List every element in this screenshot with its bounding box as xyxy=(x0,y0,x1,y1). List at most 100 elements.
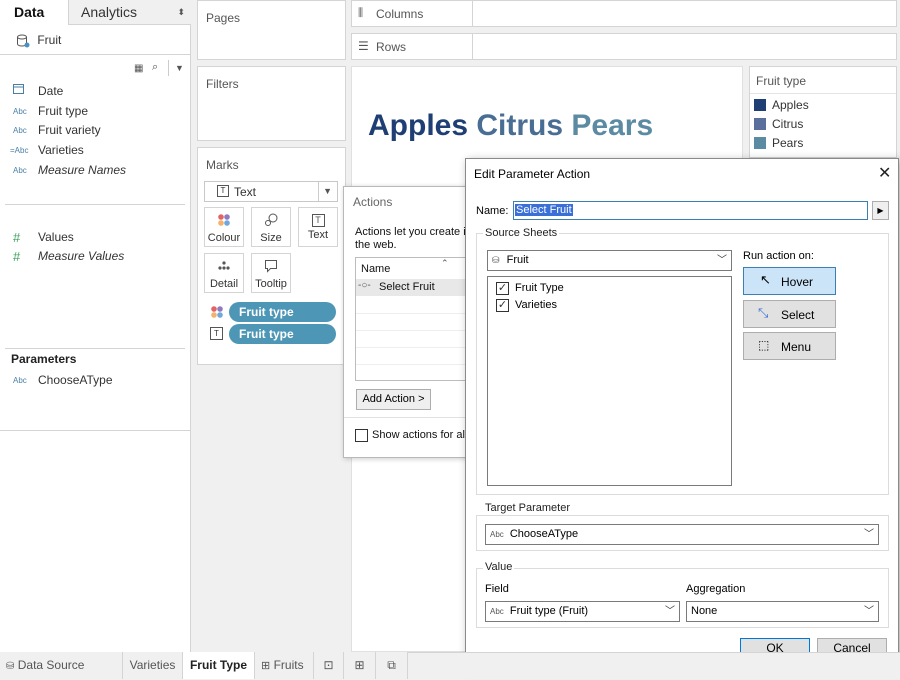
column-header-name[interactable]: Name xyxy=(361,263,390,275)
pages-label: Pages xyxy=(206,11,241,25)
datasource-name: Fruit xyxy=(37,33,62,47)
new-story-icon[interactable]: ⧉ xyxy=(376,652,408,679)
tab-fruits[interactable]: ⊞ Fruits xyxy=(255,652,314,679)
search-icon[interactable]: ⌕ xyxy=(152,61,158,74)
filters-shelf[interactable]: Filters xyxy=(197,66,346,141)
field-label: Values xyxy=(38,230,74,244)
measure-icon: # xyxy=(13,230,21,245)
mark-type-dropdown[interactable]: T Text ▼ xyxy=(204,181,338,202)
tab-data[interactable]: Data xyxy=(0,0,68,25)
menu-pointer-icon: ⬚ xyxy=(758,338,770,352)
tooltip-icon xyxy=(252,259,290,276)
divider xyxy=(0,430,190,431)
pages-shelf[interactable]: Pages xyxy=(197,0,346,60)
size-label: Size xyxy=(260,232,282,244)
table-row[interactable]: -○- Select Fruit xyxy=(356,279,476,296)
parameter-chooseatype[interactable]: Abc ChooseAType xyxy=(0,371,190,390)
divider xyxy=(472,34,473,59)
legend-label: Citrus xyxy=(772,117,804,131)
updown-icon: ⬍ xyxy=(177,7,185,17)
marks-card: Marks T Text ▼ Colour Size T Text Detail… xyxy=(197,147,346,365)
target-parameter-label: Target Parameter xyxy=(483,502,572,514)
checkbox[interactable]: ✓ xyxy=(496,299,509,312)
text-label: Text xyxy=(307,229,329,241)
legend-swatch xyxy=(754,137,766,149)
tooltip-button[interactable]: Tooltip xyxy=(251,253,291,293)
new-dashboard-icon[interactable]: ⊞ xyxy=(344,652,376,679)
divider xyxy=(472,1,473,26)
field-values[interactable]: # Values xyxy=(0,228,190,247)
abc-icon: Abc xyxy=(490,607,504,616)
text-mark-citrus[interactable]: Citrus xyxy=(476,109,563,142)
detail-label: Detail xyxy=(209,278,239,290)
close-icon[interactable]: ✕ xyxy=(878,163,891,183)
field-date[interactable]: Date xyxy=(0,82,190,101)
checkbox[interactable]: ✓ xyxy=(496,282,509,295)
datasource-item[interactable]: Fruit xyxy=(16,32,61,50)
field-label: Fruit variety xyxy=(38,123,101,137)
insert-menu-arrow-icon[interactable]: ▶ xyxy=(872,201,889,220)
text-mark-pears[interactable]: Pears xyxy=(571,109,653,142)
colour-icon xyxy=(205,213,243,230)
tab-label: Data Source xyxy=(17,658,85,672)
name-input[interactable]: Select Fruit xyxy=(513,201,868,220)
dropdown-arrow-icon[interactable]: ▼ xyxy=(175,63,184,73)
menu-button[interactable]: ⬚ Menu xyxy=(743,332,836,360)
hover-button[interactable]: ↖ Hover xyxy=(743,267,836,295)
aggregation-select[interactable]: None ﹀ xyxy=(686,601,879,622)
detail-button[interactable]: Detail xyxy=(204,253,244,293)
parameters-title: Parameters xyxy=(11,352,77,366)
fruit-type-colour-pill[interactable]: Fruit type xyxy=(229,302,336,322)
select-button[interactable]: ⤡ Select xyxy=(743,300,836,328)
tab-fruit-type[interactable]: Fruit Type xyxy=(183,652,255,679)
value-label: Value xyxy=(483,561,515,573)
field-measure-values[interactable]: # Measure Values xyxy=(0,247,190,266)
name-value: Select Fruit xyxy=(515,204,573,216)
target-parameter-select[interactable]: Abc ChooseAType ﹀ xyxy=(485,524,879,545)
abc-icon: Abc xyxy=(490,530,504,539)
colour-button[interactable]: Colour xyxy=(204,207,244,247)
abc-icon: Abc xyxy=(13,376,27,385)
tab-data-source[interactable]: ⛁ Data Source xyxy=(0,652,123,679)
detail-icon xyxy=(205,259,243,276)
data-pane: Data Analytics ⬍ Fruit ▦ ⌕ ▼ Date Abc Fr… xyxy=(0,0,191,652)
database-icon xyxy=(17,34,30,48)
hover-label: Hover xyxy=(781,275,814,289)
new-worksheet-icon[interactable]: ⊡ xyxy=(314,652,344,679)
mark-type-label: Text xyxy=(234,185,257,199)
field-select[interactable]: Abc Fruit type (Fruit) ﹀ xyxy=(485,601,680,622)
text-button[interactable]: T Text xyxy=(298,207,338,247)
text-mark-icon: T xyxy=(217,185,229,197)
rows-shelf[interactable]: ☰ Rows xyxy=(351,33,897,60)
field-fruit-variety[interactable]: Abc Fruit variety xyxy=(0,121,190,140)
action-name: Select Fruit xyxy=(379,281,435,293)
field-label: Date xyxy=(38,84,64,98)
text-mark-apples[interactable]: Apples xyxy=(368,109,468,142)
database-icon: ⛁ xyxy=(6,661,15,672)
tab-analytics[interactable]: Analytics ⬍ xyxy=(68,0,191,25)
source-datasource-select[interactable]: ⛁ Fruit ﹀ xyxy=(487,250,732,271)
tab-label: Fruits xyxy=(273,658,304,672)
field-varieties[interactable]: =Abc Varieties xyxy=(0,141,190,160)
field-measure-names[interactable]: Abc Measure Names xyxy=(0,161,190,180)
size-button[interactable]: Size xyxy=(251,207,291,247)
list-view-icon[interactable]: ▦ xyxy=(134,63,143,74)
field-fruit-type[interactable]: Abc Fruit type xyxy=(0,102,190,121)
actions-description: Actions let you create i xyxy=(355,226,466,238)
fruit-text-marks: Apples Citrus Pears xyxy=(368,109,653,143)
chevron-down-icon: ▼ xyxy=(323,186,332,196)
tab-varieties[interactable]: Varieties xyxy=(123,652,183,679)
edit-parameter-action-dialog: Edit Parameter Action ✕ Name: Select Fru… xyxy=(465,158,899,670)
sheets-list: ✓ Fruit Type ✓ Varieties xyxy=(487,276,732,486)
columns-shelf[interactable]: ⫼ Columns xyxy=(351,0,897,27)
legend-swatch xyxy=(754,118,766,130)
show-actions-checkbox[interactable] xyxy=(355,429,368,442)
fruit-type-text-pill[interactable]: Fruit type xyxy=(229,324,336,344)
add-action-button[interactable]: Add Action > xyxy=(356,389,431,410)
dialog-title: Edit Parameter Action xyxy=(474,167,591,181)
menu-label: Menu xyxy=(781,340,812,354)
actions-table: Name ⌃ -○- Select Fruit xyxy=(355,257,476,381)
sort-caret-icon: ⌃ xyxy=(441,258,449,268)
chevron-down-icon: ﹀ xyxy=(717,255,727,266)
actions-title: Actions xyxy=(353,195,393,209)
